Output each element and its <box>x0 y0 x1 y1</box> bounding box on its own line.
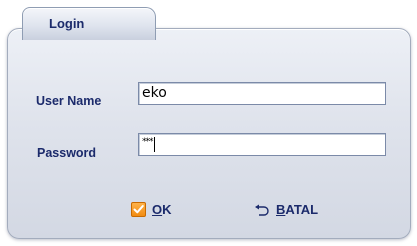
cancel-button-label: BATAL <box>276 202 319 217</box>
text-caret <box>153 136 155 152</box>
username-label: User Name <box>36 94 102 108</box>
login-dialog: Login User Name eko Password *** OK BATA… <box>0 0 417 246</box>
tab-login-label: Login <box>49 16 85 31</box>
password-mask: *** <box>142 137 153 147</box>
tab-login[interactable]: Login <box>22 7 156 40</box>
password-label: Password <box>37 146 97 160</box>
password-input[interactable]: *** <box>138 133 386 156</box>
ok-button[interactable]: OK <box>131 202 172 217</box>
username-value: eko <box>142 85 167 101</box>
cancel-button[interactable]: BATAL <box>254 202 318 217</box>
username-input[interactable]: eko <box>138 82 386 105</box>
ok-button-label: OK <box>152 202 172 217</box>
undo-icon <box>254 204 270 216</box>
check-icon <box>131 202 146 217</box>
